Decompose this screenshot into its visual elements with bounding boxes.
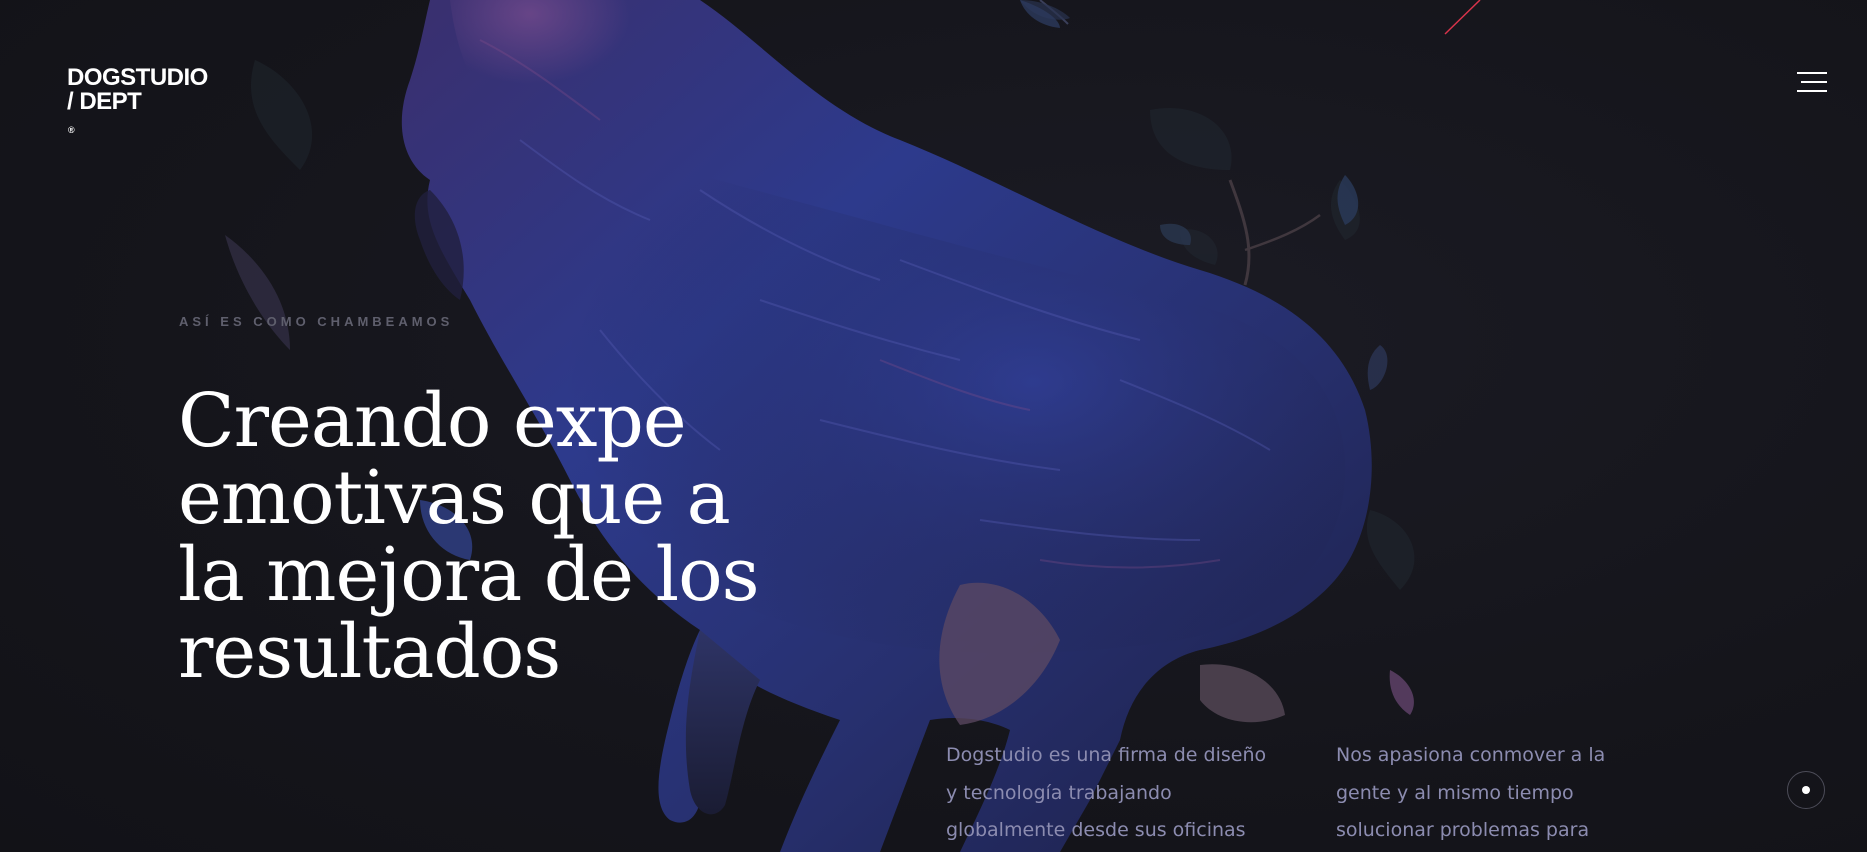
accent-line [1444,0,1481,35]
headline-line-2: emotivas que a [178,455,731,541]
scroll-dot-icon [1802,786,1810,794]
scroll-indicator-button[interactable] [1787,771,1825,809]
logo-line-1: DOGSTUDIO [67,64,208,91]
menu-bar-middle [1801,81,1827,83]
intro-2-line-1: Nos apasiona conmover a la [1336,744,1606,766]
menu-bar-bottom [1797,90,1827,92]
intro-1-line-2: y tecnología trabajando [946,781,1172,804]
registered-mark: ® [68,125,75,135]
headline-line-4: resultados [178,609,561,695]
intro-2-line-3: solucionar problemas para [1336,819,1590,841]
intro-paragraph-1: Dogstudio es una firma de diseño y tecno… [946,737,1286,850]
section-eyebrow: ASÍ ES COMO CHAMBEAMOS [179,314,454,329]
intro-paragraph-2: Nos apasiona conmover a la gente y al mi… [1336,737,1676,850]
page: ASÍ ES COMO CHAMBEAMOS Creando expe emot… [0,0,1867,852]
intro-1-line-1: Dogstudio es una firma de diseño [946,744,1267,766]
headline-line-3: la mejora de los [178,532,760,618]
hero-headline: Creando expe emotivas que a la mejora de… [178,378,760,695]
hamburger-menu-icon[interactable] [1795,68,1827,96]
headline-line-1: Creando expe [178,378,687,464]
intro-2-line-2: gente y al mismo tiempo [1336,781,1574,804]
intro-1-line-3: globalmente desde sus oficinas [946,819,1246,841]
logo-line-2: / DEPT ® [67,88,142,136]
dogstudio-logo[interactable]: DOGSTUDIO / DEPT ® [67,66,208,142]
menu-bar-top [1797,72,1827,74]
